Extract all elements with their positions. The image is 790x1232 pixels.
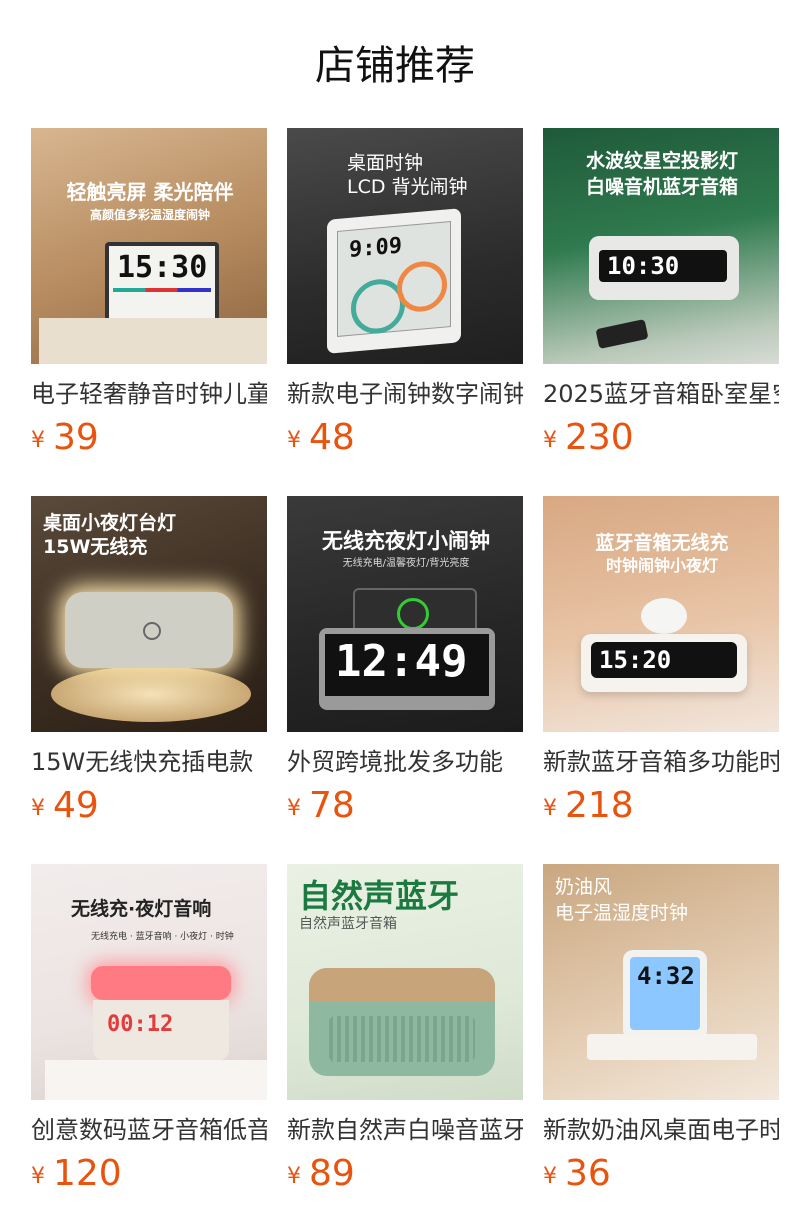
product-card[interactable]: 水波纹星空投影灯 白噪音机蓝牙音箱 10:30 2025蓝牙音箱卧室星空 ¥23… [543,128,779,460]
product-card[interactable]: 桌面时钟 LCD 背光闹钟 9:09 新款电子闹钟数字闹钟 ¥48 [287,128,523,460]
product-price: ¥36 [543,1153,611,1194]
product-price: ¥48 [287,417,355,458]
product-card[interactable]: 奶油风 电子温湿度时钟 4:32 新款奶油风桌面电子时 ¥36 [543,864,779,1196]
image-subline: 无线充电/温馨夜灯/背光亮度 [342,558,470,569]
clock-device: 12:49 [319,628,495,710]
product-name[interactable]: 新款自然声白噪音蓝牙 [287,1112,523,1148]
image-subline: 15W无线充 [43,536,148,558]
product-price: ¥120 [31,1153,122,1194]
stand-base [587,1034,757,1060]
product-price: ¥89 [287,1153,355,1194]
image-headline: 奶油风 [555,876,613,898]
table-surface [39,318,267,364]
product-image[interactable]: 自然声蓝牙 自然声蓝牙音箱 [287,864,523,1100]
image-headline: 水波纹星空投影灯 [585,150,738,172]
clock-display: 15:20 [599,646,672,674]
clock-display: 12:49 [335,636,468,687]
image-headline: 蓝牙音箱无线充 [595,532,729,554]
image-subline: 自然声蓝牙音箱 [299,916,397,932]
image-subline: 电子温湿度时钟 [555,902,689,924]
clock-display: 9:09 [349,233,402,263]
product-card[interactable]: 桌面小夜灯台灯 15W无线充 15W无线快充插电款 ¥49 [31,496,267,828]
clock-device: 9:09 [327,208,461,354]
image-subline: 无线充电 · 蓝牙音响 · 小夜灯 · 时钟 [91,932,234,942]
image-headline: 桌面小夜灯台灯 [43,512,177,534]
product-image[interactable]: 蓝牙音箱无线充 时钟闹钟小夜灯 15:20 [543,496,779,732]
product-image[interactable]: 水波纹星空投影灯 白噪音机蓝牙音箱 10:30 [543,128,779,364]
product-price: ¥39 [31,417,99,458]
lamp-shade [641,598,687,634]
image-headline: 桌面时钟 [347,152,424,174]
product-image[interactable]: 轻触亮屏 柔光陪伴 高颜值多彩温湿度闹钟 15:30 [31,128,267,364]
product-name[interactable]: 电子轻奢静音时钟儿童 [31,376,267,412]
product-name[interactable]: 新款电子闹钟数字闹钟 [287,376,523,412]
table-surface [45,1060,267,1100]
product-name[interactable]: 15W无线快充插电款 [31,744,267,780]
image-subline: LCD 背光闹钟 [347,176,468,198]
speaker-device [309,968,495,1076]
image-headline: 无线充夜灯小闹钟 [322,529,490,553]
product-price: ¥49 [31,785,99,826]
product-image[interactable]: 奶油风 电子温湿度时钟 4:32 [543,864,779,1100]
product-name[interactable]: 创意数码蓝牙音箱低音 [31,1112,267,1148]
image-headline: 无线充·夜灯音响 [71,898,212,920]
phone-shape [595,319,649,349]
product-card[interactable]: 自然声蓝牙 自然声蓝牙音箱 新款自然声白噪音蓝牙 ¥89 [287,864,523,1196]
clock-display: 00:12 [107,1012,174,1037]
product-card[interactable]: 轻触亮屏 柔光陪伴 高颜值多彩温湿度闹钟 15:30 电子轻奢静音时钟儿童 ¥3… [31,128,267,460]
product-card[interactable]: 无线充夜灯小闹钟 无线充电/温馨夜灯/背光亮度 12:49 外贸跨境批发多功能 … [287,496,523,828]
lamp-base [51,666,251,722]
product-price: ¥230 [543,417,634,458]
night-light [91,966,231,1000]
product-image[interactable]: 桌面时钟 LCD 背光闹钟 9:09 [287,128,523,364]
image-subline: 时钟闹钟小夜灯 [605,556,718,575]
product-name[interactable]: 新款奶油风桌面电子时 [543,1112,779,1148]
product-image[interactable]: 无线充·夜灯音响 无线充电 · 蓝牙音响 · 小夜灯 · 时钟 00:12 [31,864,267,1100]
product-price: ¥78 [287,785,355,826]
image-subline: 高颜值多彩温湿度闹钟 [89,208,210,222]
product-image[interactable]: 无线充夜灯小闹钟 无线充电/温馨夜灯/背光亮度 12:49 [287,496,523,732]
product-name[interactable]: 新款蓝牙音箱多功能时 [543,744,779,780]
clock-device: 15:30 [105,242,219,326]
clock-display: 15:30 [117,250,208,285]
page-title: 店铺推荐 [315,43,475,89]
clock-device: 4:32 [623,950,707,1040]
product-card[interactable]: 蓝牙音箱无线充 时钟闹钟小夜灯 15:20 新款蓝牙音箱多功能时 ¥218 [543,496,779,828]
product-card[interactable]: 无线充·夜灯音响 无线充电 · 蓝牙音响 · 小夜灯 · 时钟 00:12 创意… [31,864,267,1196]
speaker-device: 15:20 [581,634,747,692]
product-name[interactable]: 2025蓝牙音箱卧室星空 [543,376,779,412]
clock-display: 10:30 [607,252,680,280]
image-headline: 轻触亮屏 柔光陪伴 [66,180,234,204]
image-subline: 白噪音机蓝牙音箱 [585,176,738,198]
image-headline: 自然声蓝牙 [299,877,460,915]
product-name[interactable]: 外贸跨境批发多功能 [287,744,523,780]
speaker-device: 10:30 [589,236,739,300]
product-image[interactable]: 桌面小夜灯台灯 15W无线充 [31,496,267,732]
product-price: ¥218 [543,785,634,826]
lamp-device [65,592,233,668]
clock-display: 4:32 [637,962,695,990]
speaker-device: 00:12 [93,1000,229,1060]
